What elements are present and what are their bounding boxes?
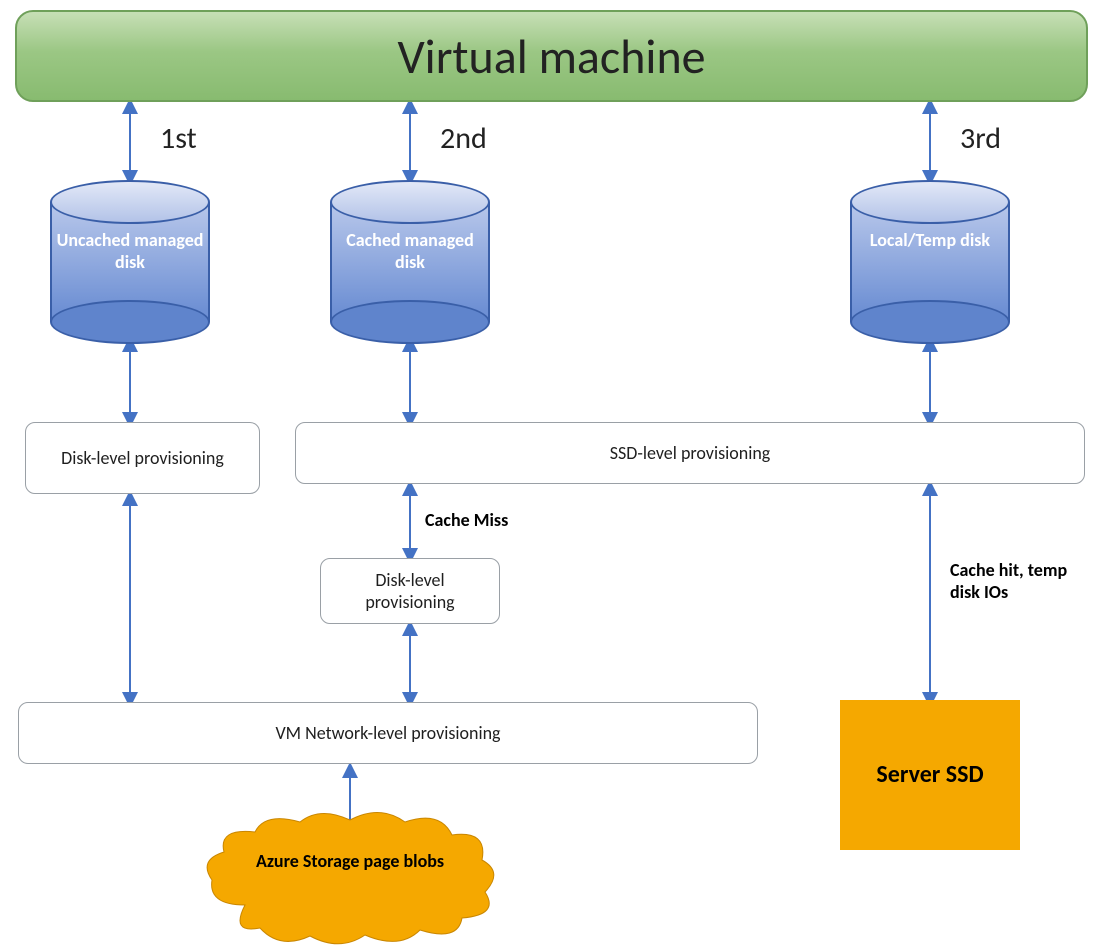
server-ssd-label: Server SSD [876,761,983,790]
box-server-ssd: Server SSD [840,700,1020,850]
cylinder-top-icon [850,180,1010,224]
order-label-1st: 1st [160,120,197,157]
box-vm-network-label: VM Network-level provisioning [275,722,500,744]
cylinder-temp-label: Local/Temp disk [850,230,1010,252]
cylinder-uncached-label: Uncached managed disk [50,230,210,273]
cylinder-bottom-icon [330,300,490,344]
cylinder-top-icon [50,180,210,224]
cylinder-top-icon [330,180,490,224]
box-disk-level-2-label: Disk-level provisioning [331,569,489,613]
label-cache-miss: Cache Miss [425,510,508,532]
order-label-3rd: 3rd [960,120,1001,157]
box-disk-level-1-label: Disk-level provisioning [61,447,224,469]
order-label-2nd: 2nd [440,120,487,157]
virtual-machine-title: Virtual machine [397,27,705,86]
cloud-icon [200,810,500,945]
box-disk-level-provisioning-2: Disk-level provisioning [320,558,500,624]
cylinder-bottom-icon [850,300,1010,344]
cylinder-uncached-disk: Uncached managed disk [50,180,210,340]
cylinder-local-temp-disk: Local/Temp disk [850,180,1010,340]
diagram-root: Virtual machine 1st 2nd 3rd Uncached man… [0,0,1103,945]
cloud-azure-storage: Azure Storage page blobs [200,810,500,945]
cylinder-bottom-icon [50,300,210,344]
box-ssd-level-label: SSD-level provisioning [610,442,771,464]
cloud-label: Azure Storage page blobs [200,850,500,872]
box-vm-network-provisioning: VM Network-level provisioning [18,702,758,764]
box-ssd-level-provisioning: SSD-level provisioning [295,422,1085,484]
label-cache-hit: Cache hit, temp disk IOs [950,560,1090,603]
box-disk-level-provisioning-1: Disk-level provisioning [25,422,260,494]
cylinder-cached-label: Cached managed disk [330,230,490,273]
cylinder-cached-disk: Cached managed disk [330,180,490,340]
virtual-machine-box: Virtual machine [15,10,1088,102]
